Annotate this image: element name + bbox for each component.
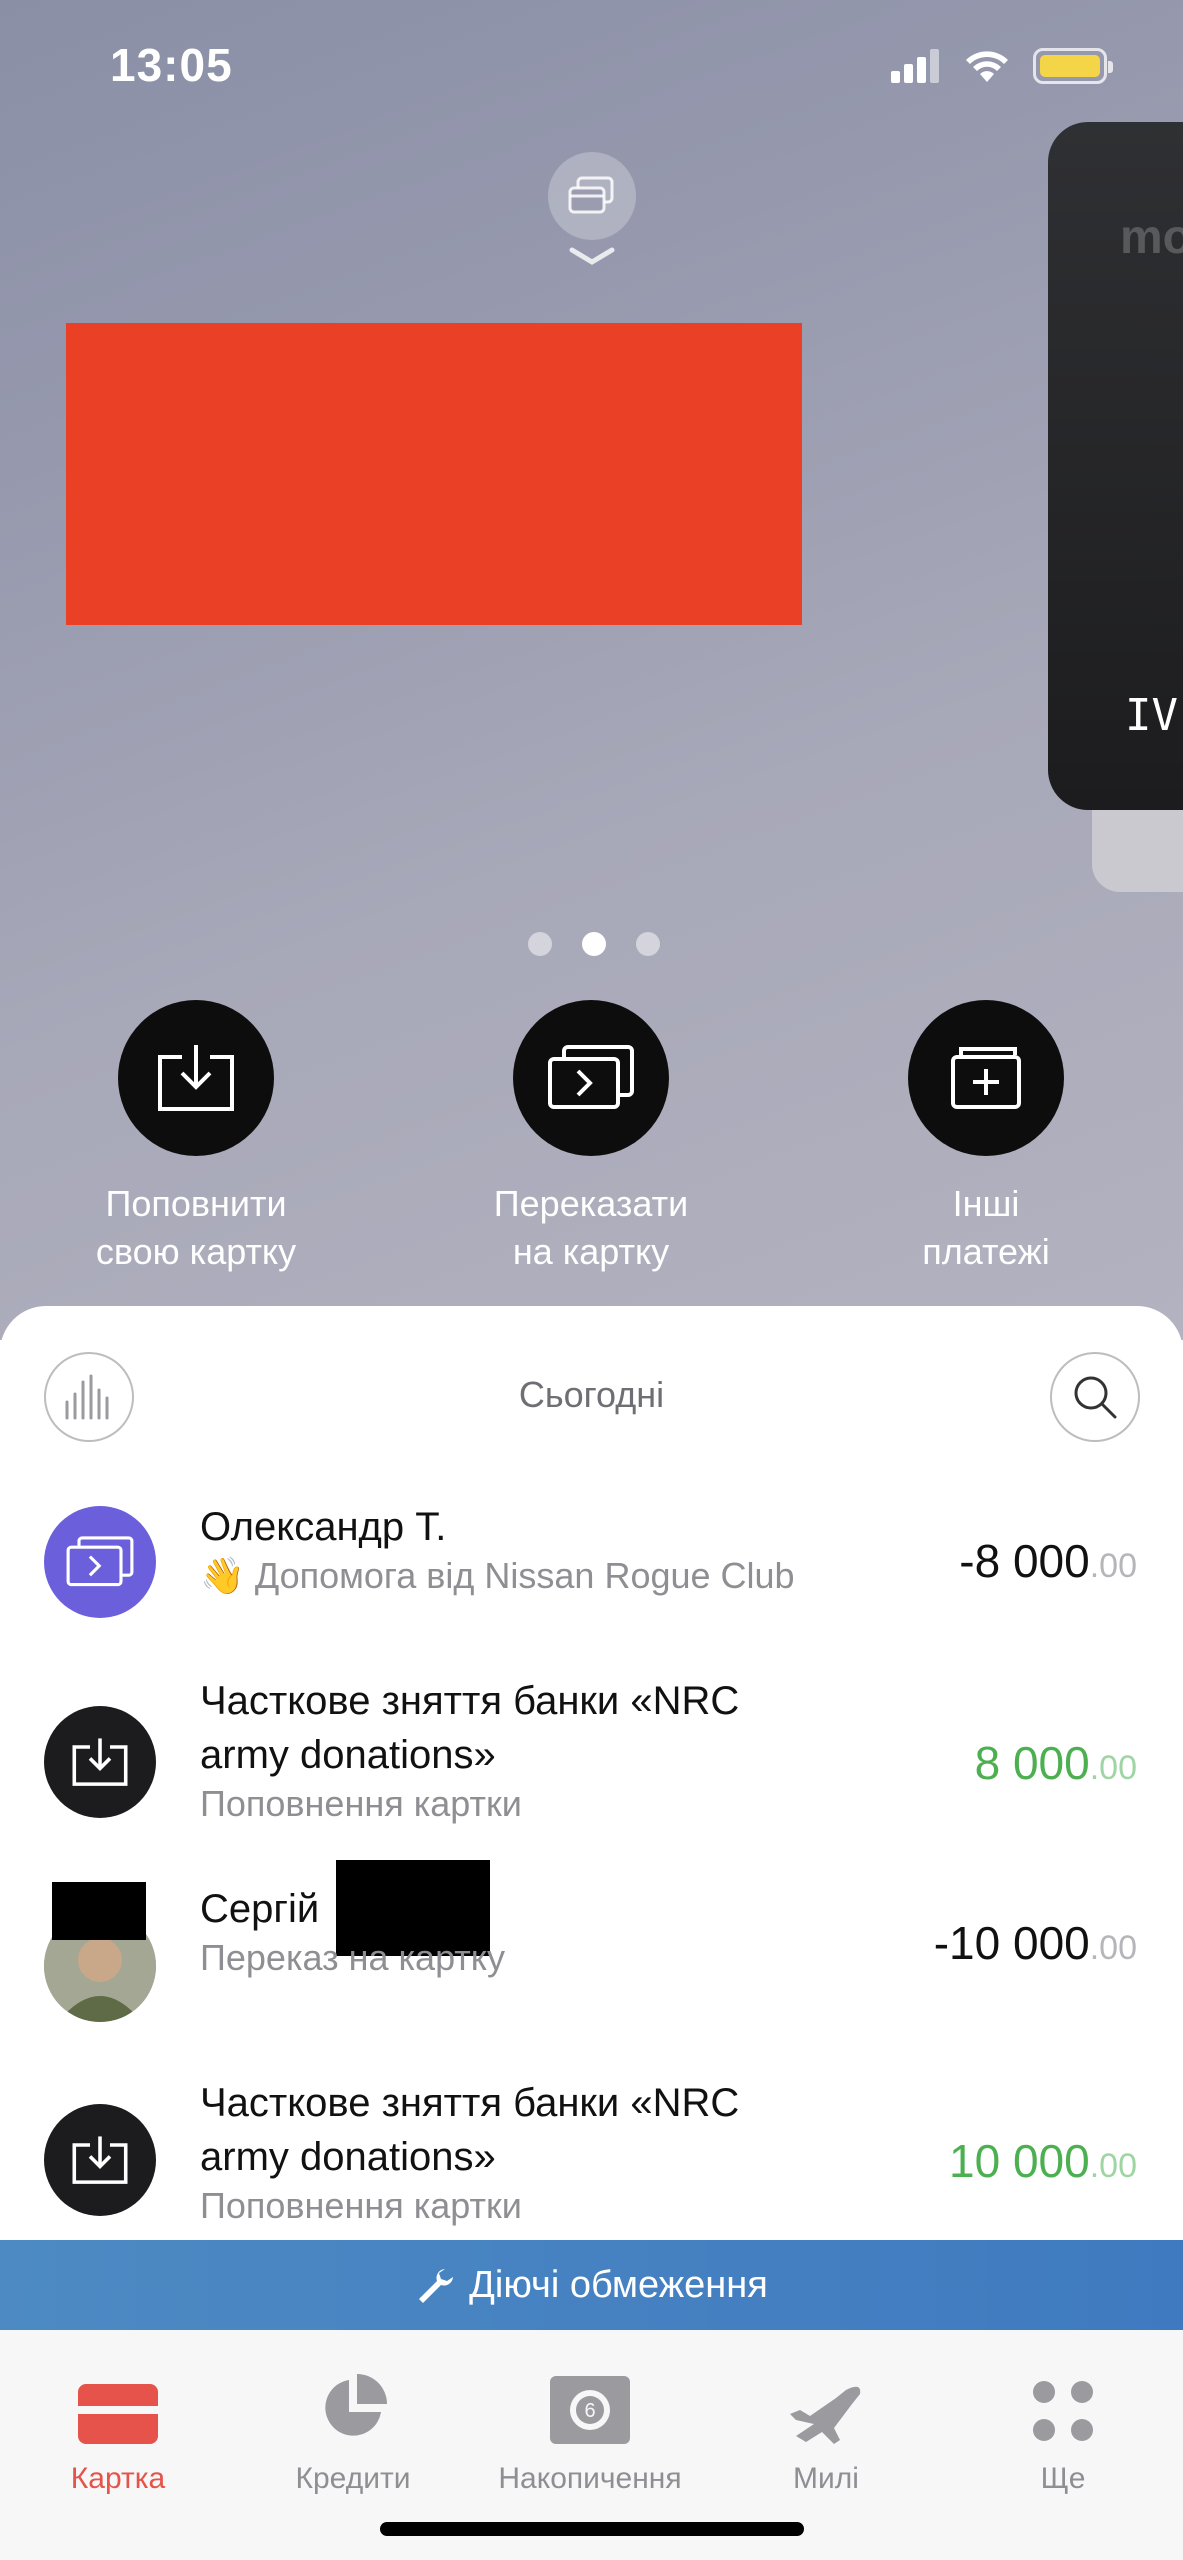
- redacted-block: [52, 1882, 146, 1940]
- other-payments-label: Інші платежі: [922, 1183, 1050, 1272]
- carousel-dot: [636, 932, 660, 956]
- card-brand-text: mo: [1120, 211, 1183, 264]
- transaction-amount: 10 000.00: [949, 2135, 1137, 2187]
- tab-card[interactable]: Картка: [8, 2330, 228, 2496]
- transaction-subtitle: Переказ на картку: [200, 1937, 505, 1978]
- quick-actions: Поповнити свою картку Переказати на карт…: [0, 1000, 1183, 1272]
- tab-label: Милі: [793, 2462, 859, 2495]
- download-tray-icon: [72, 1738, 128, 1786]
- more-icon: [1033, 2381, 1093, 2441]
- top-area: 13:05 mo IV Поповнити свою картку Перека…: [0, 0, 1183, 1340]
- tab-label: Кредити: [295, 2462, 411, 2495]
- transaction-row[interactable]: Часткове зняття банки «NRC army donation…: [0, 1679, 1183, 1870]
- transaction-row[interactable]: Сергій Переказ на картку -10 000.00: [0, 1860, 1183, 2040]
- savings-icon: 6: [550, 2376, 630, 2444]
- transaction-title: Часткове зняття банки «NRC army donation…: [200, 1679, 740, 1777]
- other-payments-button[interactable]: Інші платежі: [836, 1000, 1136, 1276]
- transaction-amount: -8 000.00: [959, 1535, 1137, 1587]
- carousel-dot-active: [582, 932, 606, 956]
- card-icon: [78, 2384, 158, 2444]
- transaction-subtitle: 👋 Допомога від Nissan Rogue Club: [200, 1555, 795, 1596]
- battery-icon: [1033, 48, 1113, 84]
- cards-switch-icon[interactable]: [548, 152, 636, 240]
- tab-more[interactable]: Ще: [953, 2330, 1173, 2496]
- home-indicator: [380, 2522, 804, 2536]
- status-time: 13:05: [110, 39, 233, 91]
- sheet-header: Сьогодні: [0, 1352, 1183, 1442]
- transaction-amount: 8 000.00: [974, 1737, 1137, 1789]
- card-transfer-icon: [548, 1045, 634, 1109]
- card-transfer-icon: [66, 1536, 134, 1587]
- folder-plus-icon: [951, 1047, 1021, 1109]
- transaction-subtitle: Поповнення картки: [200, 2185, 522, 2226]
- download-tray-icon: [72, 2136, 128, 2184]
- redacted-balance-block: [66, 323, 802, 625]
- pie-chart-icon: [325, 2374, 387, 2436]
- transaction-title: Олександр Т.: [200, 1505, 447, 1549]
- transfer-to-card-button[interactable]: Переказати на картку: [441, 1000, 741, 1276]
- feed-date-title: Сьогодні: [518, 1374, 665, 1415]
- carousel-dot: [528, 932, 552, 956]
- tab-miles[interactable]: Милі: [716, 2330, 936, 2496]
- transaction-title: Сергій: [200, 1887, 320, 1931]
- tab-label: Накопичення: [498, 2462, 682, 2495]
- transactions-sheet: Сьогодні Олександр Т. 👋 Допомога від Nis…: [0, 1306, 1183, 2246]
- carousel-dots: [528, 932, 660, 956]
- transaction-icon: [44, 2104, 156, 2216]
- transaction-subtitle: Поповнення картки: [200, 1783, 522, 1824]
- transaction-title: Часткове зняття банки «NRC army donation…: [200, 2081, 740, 2179]
- airplane-icon: [790, 2386, 861, 2444]
- restrictions-banner[interactable]: Діючі обмеження: [0, 2240, 1183, 2330]
- card-holder-text: IV: [1125, 690, 1178, 741]
- status-icons: [891, 46, 1113, 86]
- status-bar: 13:05: [0, 0, 1183, 140]
- svg-text:6: 6: [584, 2400, 595, 2422]
- signal-icon: [891, 49, 939, 83]
- chevron-down-icon[interactable]: [568, 246, 616, 268]
- restrictions-label: Діючі обмеження: [469, 2263, 768, 2306]
- transaction-icon: [44, 1706, 156, 1818]
- wifi-icon: [966, 51, 1008, 82]
- top-up-button[interactable]: Поповнити свою картку: [46, 1000, 346, 1276]
- transaction-icon: [44, 1506, 156, 1618]
- transaction-row[interactable]: Часткове зняття банки «NRC army donation…: [0, 2078, 1183, 2246]
- tab-savings[interactable]: 6 Накопичення: [480, 2330, 700, 2496]
- top-up-label: Поповнити свою картку: [95, 1183, 297, 1272]
- tab-label: Ще: [1040, 2462, 1086, 2495]
- tab-credits[interactable]: Кредити: [243, 2330, 463, 2496]
- transfer-label: Переказати на картку: [493, 1183, 689, 1272]
- transaction-row[interactable]: Олександр Т. 👋 Допомога від Nissan Rogue…: [0, 1505, 1183, 1666]
- wrench-icon: [419, 2269, 454, 2303]
- tab-label: Картка: [70, 2462, 166, 2495]
- transaction-amount: -10 000.00: [933, 1917, 1137, 1969]
- search-button[interactable]: [1050, 1352, 1140, 1442]
- search-icon: [1074, 1376, 1117, 1419]
- download-tray-icon: [158, 1045, 234, 1111]
